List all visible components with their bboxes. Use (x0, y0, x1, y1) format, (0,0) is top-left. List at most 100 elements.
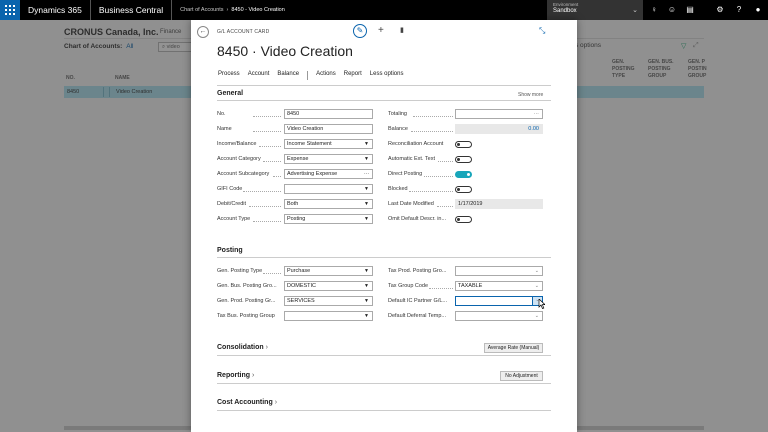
gen-posting-type-select[interactable]: Purchase ▼ (284, 266, 373, 276)
field-label: Totaling (388, 111, 407, 117)
section-consolidation[interactable]: Consolidation › (217, 344, 268, 351)
waffle-icon[interactable] (0, 0, 20, 20)
gl-account-card: ← G/L ACCOUNT CARD ✎ + ▮ ⤡ 8450 · Video … (191, 20, 577, 432)
section-reporting[interactable]: Reporting › (217, 372, 254, 379)
field-label: Name (217, 126, 232, 132)
section-general[interactable]: General (217, 90, 243, 97)
new-plus-icon[interactable]: + (378, 25, 384, 36)
field-label: Account Type (217, 216, 251, 222)
section-posting[interactable]: Posting (217, 247, 243, 254)
leader-dots (409, 191, 453, 192)
show-more-link[interactable]: Show more (518, 92, 543, 98)
field-label: Automatic Ext. Text (388, 156, 435, 162)
field-label: Debit/Credit (217, 201, 247, 207)
action-balance[interactable]: Balance (273, 71, 303, 80)
breadcrumb: Chart of Accounts › 8450 - Video Creation (180, 7, 285, 13)
product-name[interactable]: Business Central (91, 0, 173, 20)
field-label: Account Category (217, 156, 261, 162)
mouse-cursor-icon (538, 299, 545, 309)
chevron-down-icon: ⌄ (632, 7, 638, 14)
environment-picker[interactable]: Environment Sandbox ⌄ (547, 0, 643, 20)
field-label: Gen. Bus. Posting Gro... (217, 283, 277, 289)
user-icon[interactable]: ● (752, 4, 764, 16)
tax-group-code-select[interactable]: TAXABLE ⌄ (455, 281, 543, 291)
action-divider (307, 71, 309, 80)
consolidation-badge[interactable]: Average Rate (Manual) (484, 343, 543, 353)
field-label: Blocked (388, 186, 408, 192)
app-name[interactable]: Dynamics 365 (20, 0, 91, 20)
gen-bus-posting-group-select[interactable]: DOMESTIC ▼ (284, 281, 373, 291)
leader-dots (253, 131, 281, 132)
account-type-select[interactable]: Posting ▼ (284, 214, 373, 224)
dropdown-arrow-icon: ▼ (364, 283, 369, 289)
divider (217, 85, 551, 86)
reporting-badge[interactable]: No Adjustment (500, 371, 543, 381)
action-actions[interactable]: Actions (312, 71, 340, 80)
account-category-select[interactable]: Expense ▼ (284, 154, 373, 164)
divider (217, 383, 551, 384)
dropdown-arrow-icon: ▼ (364, 141, 369, 147)
field-label: GIFI Code (217, 186, 243, 192)
gear-icon[interactable]: ⚙ (714, 4, 726, 16)
delete-trash-icon[interactable]: ▮ (400, 26, 404, 34)
dropdown-arrow-icon: ▼ (364, 216, 369, 222)
lookup-ellipsis-icon: ··· (364, 171, 369, 177)
tax-prod-posting-group-select[interactable]: ⌄ (455, 266, 543, 276)
divider (217, 410, 551, 411)
breadcrumb-item[interactable]: Chart of Accounts (180, 7, 223, 13)
dropdown-arrow-icon: ▼ (364, 313, 369, 319)
dropdown-arrow-icon: ▼ (364, 201, 369, 207)
lightbulb-icon[interactable]: ♀ (648, 4, 660, 16)
default-ic-partner-gl-select[interactable]: ⌄ (455, 296, 543, 306)
reconciliation-account-toggle[interactable] (455, 141, 472, 148)
leader-dots (253, 221, 281, 222)
leader-dots (413, 116, 453, 117)
default-deferral-template-select[interactable]: ⌄ (455, 311, 543, 321)
dropdown-arrow-icon: ▼ (364, 298, 369, 304)
field-label: Gen. Prod. Posting Gr... (217, 298, 276, 304)
action-less-options[interactable]: Less options (366, 71, 408, 80)
debit-credit-select[interactable]: Both ▼ (284, 199, 373, 209)
field-label: Last Date Modified (388, 201, 434, 207)
leader-dots (437, 206, 453, 207)
direct-posting-toggle[interactable] (455, 171, 472, 178)
help-icon[interactable]: ? (733, 4, 745, 16)
environment-label: Environment (553, 2, 579, 7)
no-field[interactable]: 8450 (284, 109, 373, 119)
automatic-ext-text-toggle[interactable] (455, 156, 472, 163)
field-label: Tax Group Code (388, 283, 429, 289)
field-label: Omit Default Descr. in... (388, 216, 447, 222)
income-balance-select[interactable]: Income Statement ▼ (284, 139, 373, 149)
action-report[interactable]: Report (340, 71, 366, 80)
tax-bus-posting-group-select[interactable]: ▼ (284, 311, 373, 321)
blocked-toggle[interactable] (455, 186, 472, 193)
section-cost-accounting[interactable]: Cost Accounting › (217, 399, 277, 406)
divider (217, 100, 551, 101)
edit-pencil-icon[interactable]: ✎ (353, 24, 367, 38)
back-arrow-icon[interactable]: ← (197, 26, 209, 38)
balance-value[interactable]: 0.00 (455, 124, 543, 134)
gen-prod-posting-group-select[interactable]: SERVICES ▼ (284, 296, 373, 306)
dropdown-arrow-icon: ▼ (364, 186, 369, 192)
chat-icon[interactable]: ▤ (684, 4, 696, 16)
field-label: Gen. Posting Type (217, 268, 263, 274)
account-subcategory-lookup[interactable]: Advertising Expense ··· (284, 169, 373, 179)
collapse-icon[interactable]: ⤡ (539, 26, 545, 36)
totaling-field[interactable]: ··· (455, 109, 543, 119)
field-label: Income/Balance (217, 141, 257, 147)
omit-default-descr-toggle[interactable] (455, 216, 472, 223)
field-label: Tax Bus. Posting Group (217, 313, 275, 319)
divider (217, 355, 551, 356)
environment-value: Sandbox (553, 8, 577, 14)
gifi-code-select[interactable]: ▼ (284, 184, 373, 194)
page-title: 8450 · Video Creation (217, 43, 353, 59)
leader-dots (429, 288, 453, 289)
name-field[interactable]: Video Creation (284, 124, 373, 134)
divider (217, 257, 551, 258)
action-process[interactable]: Process (217, 71, 244, 80)
chevron-down-icon: ⌄ (534, 313, 539, 319)
action-account[interactable]: Account (244, 71, 274, 80)
leader-dots (263, 161, 281, 162)
dropdown-arrow-icon: ▼ (364, 268, 369, 274)
smiley-icon[interactable]: ☺ (666, 4, 678, 16)
